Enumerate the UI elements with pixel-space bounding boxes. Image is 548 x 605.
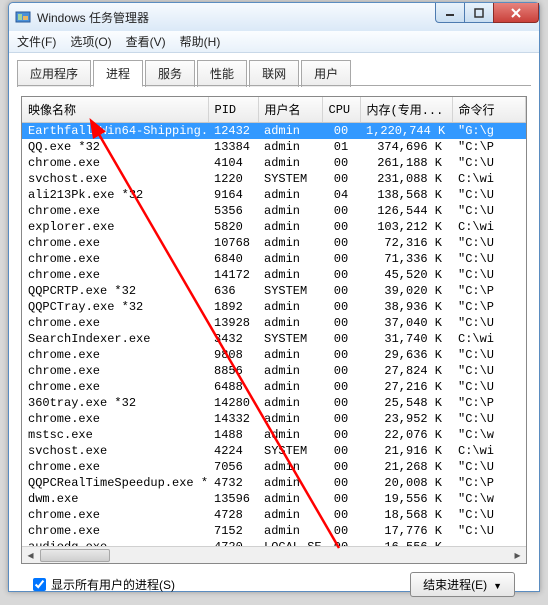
tabs: 应用程序 进程 服务 性能 联网 用户 [9, 53, 539, 86]
column-headers: 映像名称 PID 用户名 CPU 内存(专用... 命令行 [22, 97, 526, 123]
table-row[interactable]: QQPCTray.exe *321892admin0038,936 K"C:\P [22, 299, 526, 315]
table-row[interactable]: chrome.exe7056admin0021,268 K"C:\U [22, 459, 526, 475]
table-row[interactable]: mstsc.exe1488admin0022,076 K"C:\w [22, 427, 526, 443]
col-cpu[interactable]: CPU [322, 97, 360, 123]
end-process-button[interactable]: 结束进程(E)▼ [410, 572, 515, 597]
col-pid[interactable]: PID [208, 97, 258, 123]
tab-applications[interactable]: 应用程序 [17, 60, 91, 87]
window-title: Windows 任务管理器 [37, 9, 149, 26]
table-row[interactable]: QQ.exe *3213384admin01374,696 K"C:\P [22, 139, 526, 155]
process-scroll-area[interactable]: Earthfall-Win64-Shipping.exe12432admin00… [22, 123, 526, 563]
menubar: 文件(F) 选项(O) 查看(V) 帮助(H) [9, 31, 539, 53]
table-row[interactable]: QQPCRealTimeSpeedup.exe *324732admin0020… [22, 475, 526, 491]
tab-users[interactable]: 用户 [301, 60, 351, 87]
table-row[interactable]: svchost.exe4224SYSTEM0021,916 KC:\wi [22, 443, 526, 459]
table-row[interactable]: chrome.exe4104admin00261,188 K"C:\U [22, 155, 526, 171]
table-row[interactable]: QQPCRTP.exe *32636SYSTEM0039,020 K"C:\P [22, 283, 526, 299]
table-row[interactable]: chrome.exe6488admin0027,216 K"C:\U [22, 379, 526, 395]
task-manager-window: Windows 任务管理器 文件(F) 选项(O) 查看(V) 帮助(H) 应用… [8, 2, 540, 592]
menu-file[interactable]: 文件(F) [17, 33, 56, 50]
maximize-button[interactable] [464, 3, 494, 23]
process-list: 映像名称 PID 用户名 CPU 内存(专用... 命令行 Earthfall-… [21, 96, 527, 564]
table-row[interactable]: chrome.exe5356admin00126,544 K"C:\U [22, 203, 526, 219]
col-memory[interactable]: 内存(专用... [360, 97, 452, 123]
horizontal-scrollbar[interactable]: ◂ ▸ [22, 546, 526, 563]
tab-performance[interactable]: 性能 [197, 60, 247, 87]
show-all-users-input[interactable] [33, 578, 46, 591]
table-row[interactable]: chrome.exe7152admin0017,776 K"C:\U [22, 523, 526, 539]
col-user[interactable]: 用户名 [258, 97, 322, 123]
table-row[interactable]: SearchIndexer.exe3432SYSTEM0031,740 KC:\… [22, 331, 526, 347]
dropdown-arrow-icon: ▼ [493, 581, 502, 591]
table-row[interactable]: ali213Pk.exe *329164admin04138,568 K"C:\… [22, 187, 526, 203]
table-row[interactable]: chrome.exe9808admin0029,636 K"C:\U [22, 347, 526, 363]
menu-view[interactable]: 查看(V) [126, 33, 166, 50]
minimize-button[interactable] [435, 3, 465, 23]
menu-options[interactable]: 选项(O) [70, 33, 111, 50]
tab-processes[interactable]: 进程 [93, 60, 143, 87]
table-row[interactable]: chrome.exe8856admin0027,824 K"C:\U [22, 363, 526, 379]
table-row[interactable]: chrome.exe6840admin0071,336 K"C:\U [22, 251, 526, 267]
menu-help[interactable]: 帮助(H) [180, 33, 221, 50]
tab-networking[interactable]: 联网 [249, 60, 299, 87]
table-row[interactable]: dwm.exe13596admin0019,556 K"C:\w [22, 491, 526, 507]
table-row[interactable]: svchost.exe1220SYSTEM00231,088 KC:\wi [22, 171, 526, 187]
col-command[interactable]: 命令行 [452, 97, 526, 123]
table-row[interactable]: chrome.exe14332admin0023,952 K"C:\U [22, 411, 526, 427]
scroll-left-icon[interactable]: ◂ [22, 547, 39, 564]
scroll-thumb[interactable] [40, 549, 110, 562]
table-row[interactable]: chrome.exe10768admin0072,316 K"C:\U [22, 235, 526, 251]
scroll-right-icon[interactable]: ▸ [509, 547, 526, 564]
tab-services[interactable]: 服务 [145, 60, 195, 87]
col-image-name[interactable]: 映像名称 [22, 97, 208, 123]
show-all-users-label: 显示所有用户的进程(S) [51, 576, 175, 593]
app-icon [15, 9, 31, 25]
table-row[interactable]: chrome.exe4728admin0018,568 K"C:\U [22, 507, 526, 523]
table-row[interactable]: chrome.exe14172admin0045,520 K"C:\U [22, 267, 526, 283]
show-all-users-checkbox[interactable]: 显示所有用户的进程(S) [33, 576, 175, 593]
titlebar[interactable]: Windows 任务管理器 [9, 3, 539, 31]
table-row[interactable]: Earthfall-Win64-Shipping.exe12432admin00… [22, 123, 526, 139]
table-row[interactable]: explorer.exe5820admin00103,212 KC:\wi [22, 219, 526, 235]
close-button[interactable] [493, 3, 539, 23]
table-row[interactable]: chrome.exe13928admin0037,040 K"C:\U [22, 315, 526, 331]
table-row[interactable]: 360tray.exe *3214280admin0025,548 K"C:\P [22, 395, 526, 411]
